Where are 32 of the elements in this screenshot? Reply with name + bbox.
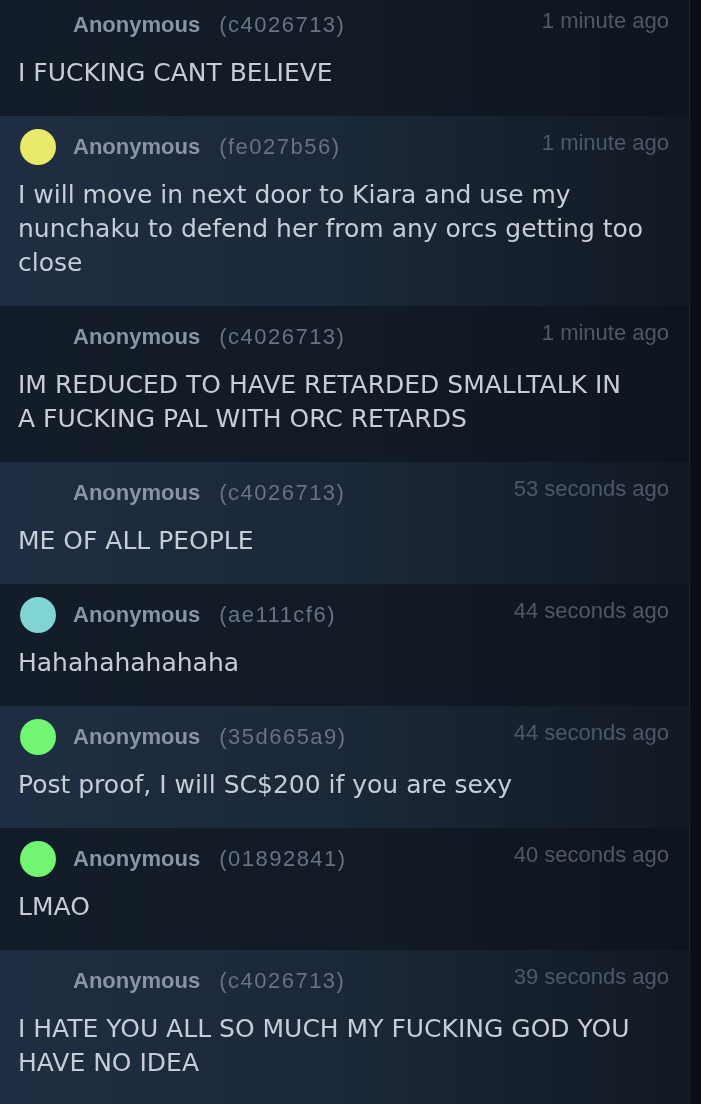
author-name: Anonymous bbox=[73, 724, 201, 750]
timestamp: 1 minute ago bbox=[541, 320, 669, 346]
author-name: Anonymous bbox=[73, 12, 201, 38]
user-id: (c4026713) bbox=[219, 324, 346, 350]
message-text: I HATE YOU ALL SO MUCH MY FUCKING GOD YOU HAVE NO IDEA bbox=[18, 1013, 631, 1079]
message-text: I FUCKING CANT BELIEVE bbox=[18, 57, 334, 89]
author-name: Anonymous bbox=[73, 134, 201, 160]
author-name: Anonymous bbox=[73, 602, 201, 628]
message-text: Hahahahahahaha bbox=[18, 647, 241, 679]
message-text: ME OF ALL PEOPLE bbox=[18, 525, 255, 557]
timestamp: 44 seconds ago bbox=[513, 720, 669, 746]
timestamp: 1 minute ago bbox=[541, 8, 669, 34]
message-text: IM REDUCED TO HAVE RETARDED SMALLTALK IN A FUCKING PAL WITH ORC RETARDS bbox=[18, 369, 623, 435]
timestamp: 39 seconds ago bbox=[513, 964, 669, 990]
user-id: (c4026713) bbox=[219, 968, 346, 994]
timestamp: 40 seconds ago bbox=[513, 842, 669, 868]
user-id: (c4026713) bbox=[219, 480, 346, 506]
timestamp: 1 minute ago bbox=[541, 130, 669, 156]
user-id: (c4026713) bbox=[219, 12, 346, 38]
message-text: Post proof, I will SC$200 if you are sexy bbox=[18, 769, 514, 801]
user-id: (01892841) bbox=[219, 846, 347, 872]
user-id: (ae111cf6) bbox=[219, 602, 337, 628]
message-text: LMAO bbox=[18, 891, 91, 923]
timestamp: 44 seconds ago bbox=[513, 598, 669, 624]
author-name: Anonymous bbox=[73, 480, 201, 506]
message-text: I will move in next door to Kiara and use my nunchaku to defend her from any orcs getting too close bbox=[18, 179, 644, 279]
author-name: Anonymous bbox=[73, 846, 201, 872]
author-name: Anonymous bbox=[73, 968, 201, 994]
user-id: (fe027b56) bbox=[219, 134, 341, 160]
author-name: Anonymous bbox=[73, 324, 201, 350]
user-id: (35d665a9) bbox=[219, 724, 347, 750]
timestamp: 53 seconds ago bbox=[513, 476, 669, 502]
